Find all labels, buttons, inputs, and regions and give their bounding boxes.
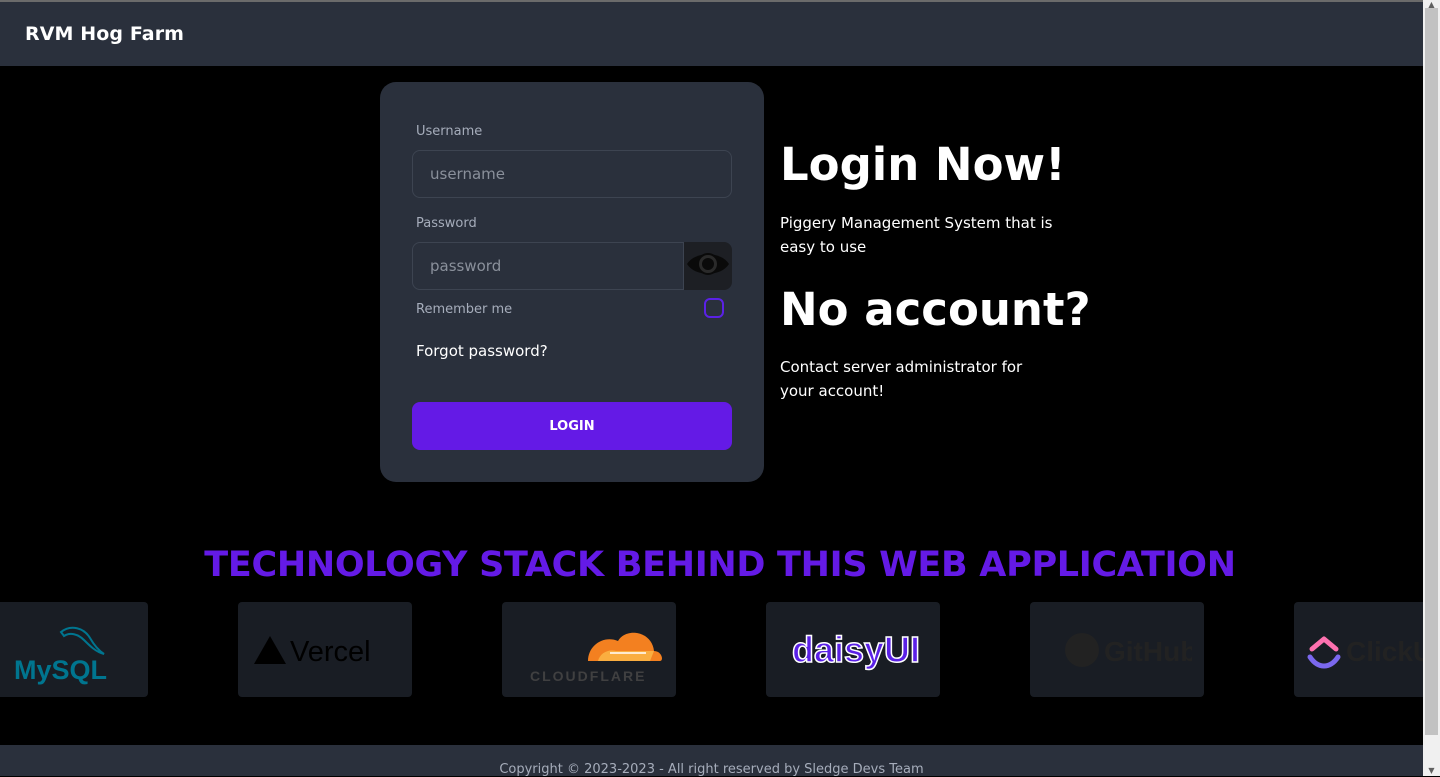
password-input[interactable]: [412, 242, 684, 290]
scrollbar-thumb[interactable]: [1425, 8, 1438, 735]
password-toggle-button[interactable]: [684, 242, 732, 290]
vercel-text: Vercel: [290, 636, 371, 668]
navbar: RVM Hog Farm: [0, 2, 1423, 66]
password-label: Password: [416, 216, 477, 231]
logo-tile-vercel: Vercel: [238, 602, 412, 697]
mysql-my-text: MySQL: [14, 655, 107, 685]
remember-label: Remember me: [416, 302, 513, 317]
login-button[interactable]: LOGIN: [412, 402, 732, 450]
remember-checkbox[interactable]: [704, 298, 724, 318]
tech-stack-title: TECHNOLOGY STACK BEHIND THIS WEB APPLICA…: [204, 545, 1236, 585]
logo-tile-github: GitHub: [1030, 602, 1204, 697]
vercel-logo: Vercel: [254, 635, 371, 668]
forgot-password-link[interactable]: Forgot password?: [416, 342, 548, 360]
login-description: Piggery Management System that is easy t…: [780, 214, 1053, 256]
cloudflare-logo: CLOUDFLARE: [530, 632, 662, 684]
logo-tile-daisyui: daisyUI: [766, 602, 940, 697]
logo-tile-clickup: ClickUp: [1294, 602, 1423, 697]
clickup-logo: ClickUp: [1307, 636, 1423, 668]
footer: Copyright © 2023-2023 - All right reserv…: [0, 745, 1423, 777]
no-account-description: Contact server administrator for your ac…: [780, 358, 1023, 400]
github-logo: GitHub: [1065, 632, 1192, 667]
daisyui-logo: daisyUI: [791, 628, 921, 671]
no-account-heading: No account?: [780, 283, 1091, 336]
username-input[interactable]: [412, 150, 732, 198]
daisyui-text: daisyUI: [792, 629, 920, 670]
logo-tile-cloudflare: CLOUDFLARE: [502, 602, 676, 697]
logo-tile-mysql: MySQL: [0, 602, 148, 697]
github-text: GitHub: [1104, 636, 1192, 667]
login-card: Username Password Remember me Forgot pas…: [380, 82, 764, 482]
brand-title[interactable]: RVM Hog Farm: [25, 23, 184, 45]
username-label: Username: [416, 124, 483, 139]
clickup-text: ClickUp: [1346, 636, 1423, 667]
cloudflare-text: CLOUDFLARE: [530, 668, 646, 684]
mysql-logo: MySQL: [14, 626, 107, 685]
copyright-text: Copyright © 2023-2023 - All right reserv…: [499, 762, 924, 777]
login-heading: Login Now!: [780, 138, 1066, 191]
scroll-down-icon[interactable]: ▼: [1423, 766, 1440, 776]
eye-icon: [685, 248, 731, 284]
